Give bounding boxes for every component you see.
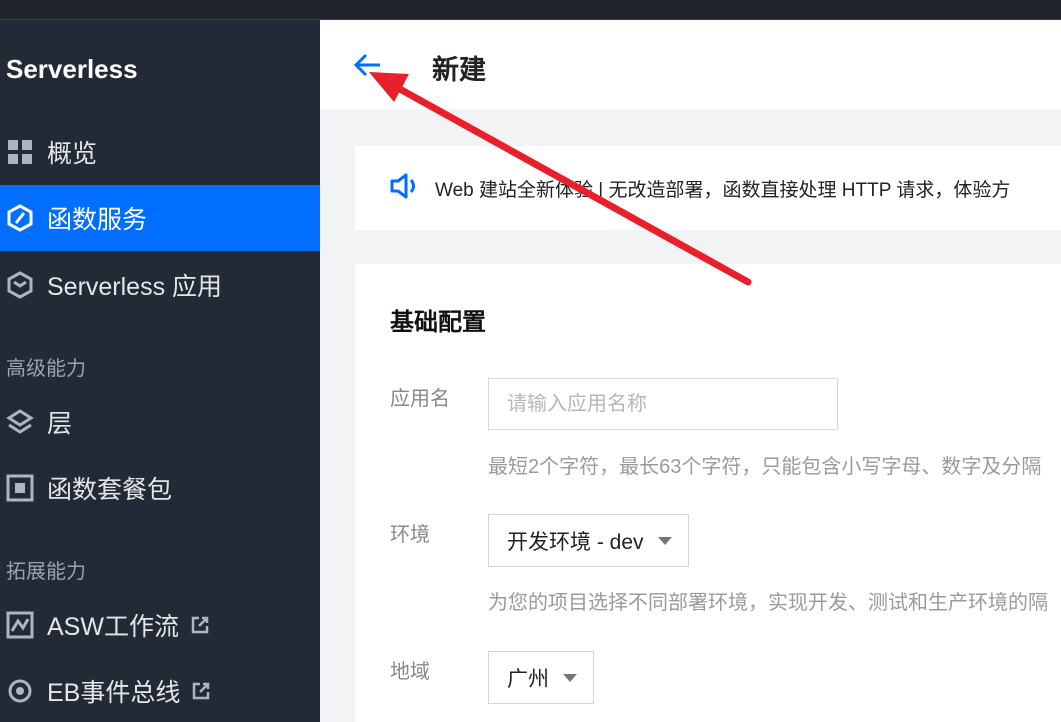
sidebar-item-label: 概览	[47, 140, 98, 168]
sidebar-item-functions[interactable]: 函数服务	[0, 185, 320, 251]
external-link-icon	[191, 616, 209, 634]
env-select[interactable]: 开发环境 - dev	[488, 514, 689, 567]
sidebar-item-label: 层	[47, 410, 73, 438]
nav-group-advanced: 高级能力	[6, 358, 86, 380]
back-button[interactable]	[352, 49, 384, 81]
sidebar-item-packages[interactable]: 函数套餐包	[0, 455, 320, 521]
dashboard-icon	[6, 138, 34, 166]
sidebar-item-label: 函数套餐包	[47, 476, 173, 504]
chevron-down-icon	[563, 673, 577, 682]
section-title: 基础配置	[390, 309, 486, 336]
sidebar: Serverless 概览 函数服务 Serverless 应用 高级能力 层 …	[0, 20, 320, 722]
event-bus-icon	[6, 677, 34, 705]
sidebar-item-label: EB事件总线	[47, 679, 181, 707]
app-cube-icon	[6, 271, 34, 299]
arrow-left-icon	[353, 53, 380, 77]
page-title: 新建	[432, 55, 486, 85]
sidebar-item-serverless-app[interactable]: Serverless 应用	[0, 252, 320, 318]
sidebar-item-overview[interactable]: 概览	[0, 119, 320, 185]
env-label: 环境	[390, 524, 430, 546]
external-link-icon	[192, 682, 210, 700]
chevron-down-icon	[657, 536, 672, 545]
app-name-hint: 最短2个字符，最长63个字符，只能包含小写字母、数字及分隔	[488, 456, 1042, 478]
region-select-value: 广州	[507, 667, 549, 691]
sidebar-item-label: Serverless 应用	[47, 273, 223, 301]
notice-banner: Web 建站全新体验 | 无改造部署，函数直接处理 HTTP 请求，体验方	[355, 146, 1061, 230]
workflow-icon	[6, 611, 34, 639]
speaker-icon	[389, 172, 419, 205]
env-select-value: 开发环境 - dev	[507, 530, 644, 554]
sidebar-item-eventbridge[interactable]: EB事件总线	[0, 658, 320, 722]
sidebar-item-asw[interactable]: ASW工作流	[0, 592, 320, 658]
main-content: 新建 Web 建站全新体验 | 无改造部署，函数直接处理 HTTP 请求，体验方…	[320, 20, 1061, 722]
sidebar-item-label: ASW工作流	[47, 613, 179, 641]
sidebar-item-label: 函数服务	[47, 206, 148, 234]
basic-config-card: 基础配置 应用名 最短2个字符，最长63个字符，只能包含小写字母、数字及分隔 环…	[355, 264, 1061, 722]
function-icon	[6, 204, 34, 232]
sidebar-brand: Serverless	[6, 54, 138, 84]
package-icon	[6, 474, 34, 502]
env-hint: 为您的项目选择不同部署环境，实现开发、测试和生产环境的隔	[488, 592, 1048, 614]
sidebar-item-layers[interactable]: 层	[0, 389, 320, 455]
notice-text: Web 建站全新体验 | 无改造部署，函数直接处理 HTTP 请求，体验方	[435, 179, 1011, 201]
region-select[interactable]: 广州	[488, 651, 594, 704]
region-label: 地域	[390, 661, 430, 683]
layers-icon	[6, 408, 34, 436]
app-name-label: 应用名	[390, 388, 450, 410]
nav-group-extension: 拓展能力	[6, 561, 86, 583]
page-header: 新建	[320, 20, 1061, 109]
app-name-input[interactable]	[488, 378, 838, 430]
top-bar	[0, 0, 1061, 20]
